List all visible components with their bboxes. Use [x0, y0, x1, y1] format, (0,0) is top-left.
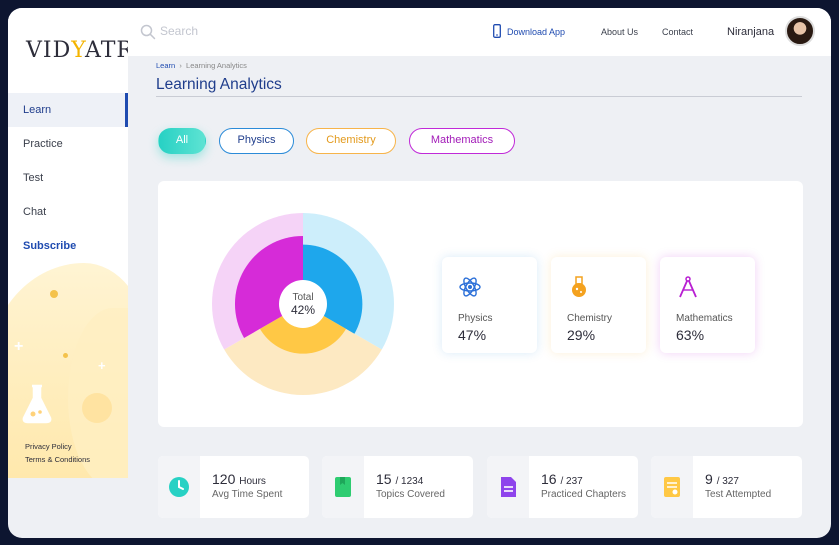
- summary-label: Test Attempted: [705, 489, 772, 500]
- privacy-policy-link[interactable]: Privacy Policy: [25, 440, 90, 453]
- chevron-right-icon: ›: [177, 61, 184, 70]
- plus-icon: +: [14, 338, 24, 355]
- terms-link[interactable]: Terms & Conditions: [25, 453, 90, 466]
- sidebar-item-subscribe[interactable]: Subscribe: [8, 229, 128, 263]
- breadcrumb-root[interactable]: Learn: [156, 61, 175, 70]
- phone-icon: [493, 24, 501, 38]
- summary-card-topics[interactable]: 15 / 1234 Topics Covered: [322, 456, 473, 518]
- breadcrumb: Learn › Learning Analytics: [156, 61, 247, 70]
- stat-card-chemistry[interactable]: Chemistry 29%: [551, 257, 646, 353]
- about-us-link[interactable]: About Us: [601, 27, 638, 37]
- decorative-dot: [63, 353, 68, 358]
- stat-label: Chemistry: [567, 313, 613, 324]
- sidebar-item-chat[interactable]: Chat: [8, 195, 128, 229]
- stat-label: Physics: [458, 313, 493, 324]
- topbar: Download App About Us Contact Niranjana: [128, 8, 831, 56]
- decorative-circle: [82, 393, 112, 423]
- flask-icon: [572, 276, 586, 297]
- app-window: VIDYATRI Learn Practice Test Chat Subscr…: [8, 8, 831, 538]
- summary-label: Practiced Chapters: [541, 489, 627, 500]
- breadcrumb-current: Learning Analytics: [186, 61, 247, 70]
- summary-value: 9 / 327: [705, 471, 739, 487]
- stat-label: Mathematics: [676, 313, 733, 324]
- sidebar-item-learn[interactable]: Learn: [8, 93, 128, 127]
- filter-physics-button[interactable]: Physics: [219, 128, 294, 154]
- download-app-link[interactable]: Download App: [507, 27, 565, 37]
- flask-icon: [22, 384, 52, 424]
- stat-value: 47%: [458, 327, 487, 343]
- subject-donut-chart: Total 42%: [212, 213, 394, 395]
- title-divider: [156, 96, 802, 97]
- summary-card-chapters[interactable]: 16 / 237 Practiced Chapters: [487, 456, 638, 518]
- total-label: Total: [292, 292, 313, 303]
- sidebar-item-practice[interactable]: Practice: [8, 127, 128, 161]
- stat-card-mathematics[interactable]: Mathematics 63%: [660, 257, 755, 353]
- summary-icon-wrap: [322, 456, 364, 518]
- decorative-dot: [50, 290, 58, 298]
- book-icon: [335, 477, 351, 497]
- summary-icon-wrap: [487, 456, 529, 518]
- sidebar-item-test[interactable]: Test: [8, 161, 128, 195]
- filter-all-button[interactable]: All: [158, 128, 206, 154]
- user-name[interactable]: Niranjana: [727, 26, 774, 38]
- stat-value: 29%: [567, 327, 596, 343]
- document-icon: [501, 477, 516, 497]
- clock-icon: [169, 477, 189, 497]
- avatar[interactable]: [785, 16, 815, 46]
- brand-logo[interactable]: VIDYATRI: [26, 38, 128, 63]
- atom-icon: [459, 277, 481, 297]
- filter-mathematics-button[interactable]: Mathematics: [409, 128, 515, 154]
- test-icon: [664, 477, 680, 497]
- summary-icon-wrap: [651, 456, 693, 518]
- search-icon: [140, 24, 156, 40]
- summary-value: 15 / 1234: [376, 471, 424, 487]
- summary-icon-wrap: [158, 456, 200, 518]
- contact-link[interactable]: Contact: [662, 27, 693, 37]
- sidebar: VIDYATRI Learn Practice Test Chat Subscr…: [8, 8, 128, 478]
- compass-icon: [679, 276, 697, 298]
- page-title: Learning Analytics: [156, 76, 282, 93]
- stat-card-physics[interactable]: Physics 47%: [442, 257, 537, 353]
- filter-chemistry-button[interactable]: Chemistry: [306, 128, 396, 154]
- summary-label: Topics Covered: [376, 489, 445, 500]
- summary-label: Avg Time Spent: [212, 489, 283, 500]
- sidebar-nav: Learn Practice Test Chat Subscribe: [8, 93, 128, 263]
- summary-card-time[interactable]: 120 Hours Avg Time Spent: [158, 456, 309, 518]
- summary-value: 120 Hours: [212, 471, 266, 487]
- plus-icon: +: [98, 358, 106, 373]
- sidebar-footer: Privacy Policy Terms & Conditions: [25, 440, 90, 466]
- search-input[interactable]: [160, 22, 360, 40]
- stat-value: 63%: [676, 327, 705, 343]
- total-value: 42%: [291, 303, 315, 317]
- summary-value: 16 / 237: [541, 471, 583, 487]
- summary-card-tests[interactable]: 9 / 327 Test Attempted: [651, 456, 802, 518]
- analytics-card: Total 42% Physics 47% Chemistry 29% Math…: [158, 181, 803, 427]
